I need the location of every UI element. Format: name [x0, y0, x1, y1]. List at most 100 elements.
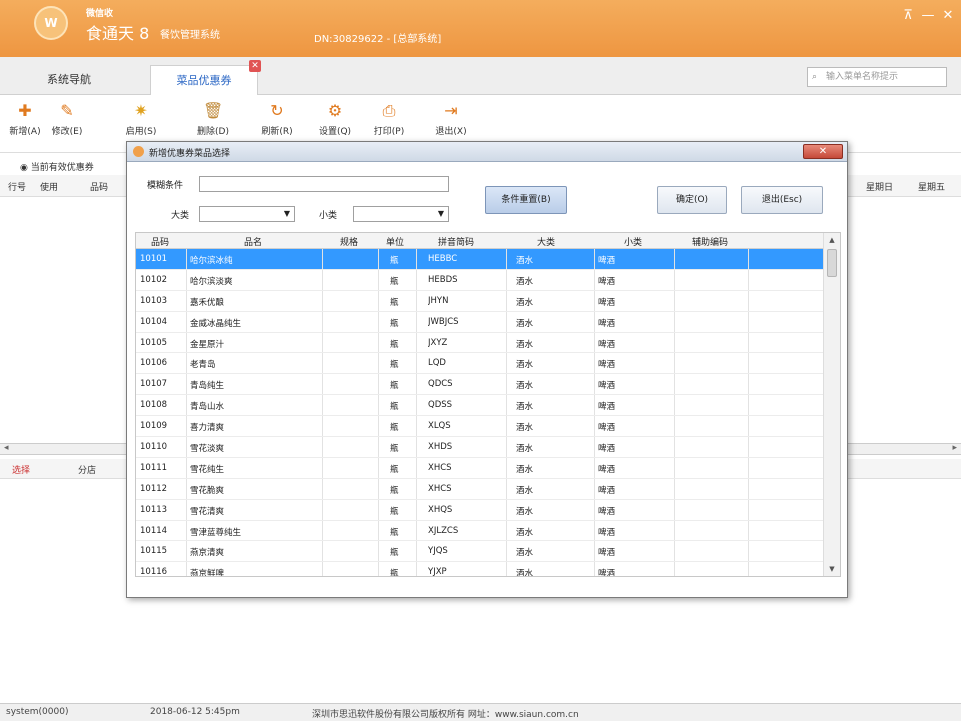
minimize-icon[interactable]: — — [921, 8, 935, 23]
column-divider — [674, 520, 675, 541]
cell-code: 10115 — [140, 546, 168, 557]
header-friday: 星期五 — [918, 183, 946, 193]
col-code: 品码 — [150, 238, 169, 248]
column-divider — [416, 457, 417, 478]
table-row[interactable]: 10116 燕京鲜啤 瓶 YJXP 酒水 啤酒 — [136, 562, 824, 576]
cell-code: 10112 — [140, 483, 168, 494]
column-divider — [594, 311, 595, 332]
big-category-select[interactable]: ▼ — [199, 206, 295, 222]
column-divider — [674, 290, 675, 311]
column-divider — [674, 499, 675, 520]
tab-coupon[interactable]: 菜品优惠券 ✕ — [150, 60, 261, 95]
column-divider — [322, 562, 323, 576]
cell-small: 啤酒 — [598, 402, 616, 413]
dialog-close-button[interactable]: ✕ — [803, 144, 843, 159]
column-divider — [506, 562, 507, 576]
dish-table-vscroll[interactable]: ▲ ▼ — [823, 233, 840, 576]
column-divider — [416, 332, 417, 353]
column-divider — [506, 541, 507, 562]
column-divider — [748, 269, 749, 290]
column-divider — [186, 478, 187, 499]
column-divider — [594, 562, 595, 576]
column-divider — [748, 311, 749, 332]
print-icon: ⎙ — [382, 101, 396, 120]
cell-code: 10104 — [140, 316, 168, 327]
edit-button[interactable]: ✎ 修改(E) — [44, 101, 90, 137]
table-row[interactable]: 10110 雪花淡爽 瓶 XHDS 酒水 啤酒 — [136, 437, 824, 458]
column-divider — [378, 269, 379, 290]
dialog-title-bar[interactable]: 新增优惠券菜品选择 ✕ — [127, 142, 847, 162]
nav-bar: 系统导航 菜品优惠券 ✕ ⌕ 输入菜单名称提示 — [0, 57, 961, 95]
column-divider — [674, 395, 675, 416]
column-divider — [186, 499, 187, 520]
print-button[interactable]: ⎙ 打印(P) — [366, 101, 412, 137]
exit-button[interactable]: ⇥ 退出(X) — [428, 101, 474, 137]
refresh-label: 刷新(R) — [261, 127, 293, 137]
table-row[interactable]: 10106 老青岛 瓶 LQD 酒水 啤酒 — [136, 353, 824, 375]
column-divider — [416, 249, 417, 269]
column-divider — [322, 457, 323, 478]
table-row[interactable]: 10115 燕京清爽 瓶 YJQS 酒水 啤酒 — [136, 541, 824, 563]
table-row[interactable]: 10111 雪花纯生 瓶 XHCS 酒水 啤酒 — [136, 457, 824, 479]
table-row[interactable]: 10107 青岛纯生 瓶 QDCS 酒水 啤酒 — [136, 374, 824, 396]
column-divider — [186, 269, 187, 290]
global-search-input[interactable]: ⌕ 输入菜单名称提示 — [807, 67, 947, 87]
add-button[interactable]: ✚ 新增(A) — [2, 101, 48, 137]
scroll-right-icon[interactable]: ▸ — [952, 443, 957, 453]
cell-py: QDSS — [428, 400, 453, 411]
cell-small: 啤酒 — [598, 297, 616, 308]
cell-unit: 瓶 — [390, 485, 399, 496]
table-row[interactable]: 10112 雪花脆爽 瓶 XHCS 酒水 啤酒 — [136, 478, 824, 500]
column-divider — [594, 520, 595, 541]
table-row[interactable]: 10114 雪津蓝尊纯生 瓶 XJLZCS 酒水 啤酒 — [136, 520, 824, 542]
tab-close-icon[interactable]: ✕ — [249, 60, 261, 72]
scroll-left-icon[interactable]: ◂ — [4, 443, 9, 453]
cell-py: XHCS — [428, 483, 452, 494]
scroll-thumb[interactable] — [827, 249, 837, 277]
column-divider — [748, 562, 749, 576]
scroll-up-icon[interactable]: ▲ — [824, 233, 840, 247]
enable-button[interactable]: ✷ 启用(S) — [118, 101, 164, 137]
filter-input[interactable] — [199, 176, 449, 192]
column-divider — [748, 395, 749, 416]
column-divider — [416, 395, 417, 416]
cell-code: 10113 — [140, 504, 168, 515]
column-divider — [322, 332, 323, 353]
cell-name: 雪津蓝尊纯生 — [190, 527, 242, 538]
table-row[interactable]: 10105 金星原汁 瓶 JXYZ 酒水 啤酒 — [136, 332, 824, 354]
column-divider — [322, 416, 323, 437]
valid-coupon-radio[interactable]: ◉ 当前有效优惠券 — [20, 160, 94, 173]
refresh-button[interactable]: ↻ 刷新(R) — [254, 101, 300, 137]
pin-icon[interactable]: ⊼ — [901, 8, 915, 23]
table-row[interactable]: 10109 喜力清爽 瓶 XLQS 酒水 啤酒 — [136, 416, 824, 438]
search-icon: ⌕ — [812, 72, 818, 82]
chevron-down-icon: ▼ — [437, 209, 445, 218]
column-divider — [322, 437, 323, 457]
reset-filter-button[interactable]: 条件重置(B) — [485, 186, 567, 214]
cell-small: 啤酒 — [598, 360, 616, 371]
exit-dialog-button[interactable]: 退出(Esc) — [741, 186, 823, 214]
settings-button[interactable]: ⚙ 设置(Q) — [312, 101, 358, 137]
table-row[interactable]: 10101 哈尔滨冰纯 瓶 HEBBC 酒水 啤酒 — [136, 249, 824, 270]
close-icon[interactable]: ✕ — [941, 8, 955, 23]
column-divider — [322, 269, 323, 290]
col-pinyin: 拼音简码 — [437, 238, 474, 248]
column-divider — [674, 437, 675, 457]
delete-button[interactable]: 🗑 删除(D) — [190, 101, 236, 137]
tab-system-nav[interactable]: 系统导航 — [8, 65, 130, 95]
column-divider — [674, 332, 675, 353]
small-category-select[interactable]: ▼ — [353, 206, 449, 222]
cell-big: 酒水 — [516, 402, 534, 413]
table-row[interactable]: 10102 哈尔滨淡爽 瓶 HEBDS 酒水 啤酒 — [136, 269, 824, 291]
column-divider — [748, 353, 749, 374]
table-row[interactable]: 10104 金威冰晶纯生 瓶 JWBJCS 酒水 啤酒 — [136, 311, 824, 333]
scroll-down-icon[interactable]: ▼ — [824, 562, 840, 576]
cell-name: 哈尔滨冰纯 — [190, 256, 233, 266]
table-row[interactable]: 10108 青岛山水 瓶 QDSS 酒水 啤酒 — [136, 395, 824, 417]
table-row[interactable]: 10113 雪花清爽 瓶 XHQS 酒水 啤酒 — [136, 499, 824, 521]
column-divider — [594, 269, 595, 290]
table-row[interactable]: 10103 嘉禾优酿 瓶 JHYN 酒水 啤酒 — [136, 290, 824, 312]
confirm-button[interactable]: 确定(O) — [657, 186, 727, 214]
column-divider — [748, 520, 749, 541]
column-divider — [506, 311, 507, 332]
